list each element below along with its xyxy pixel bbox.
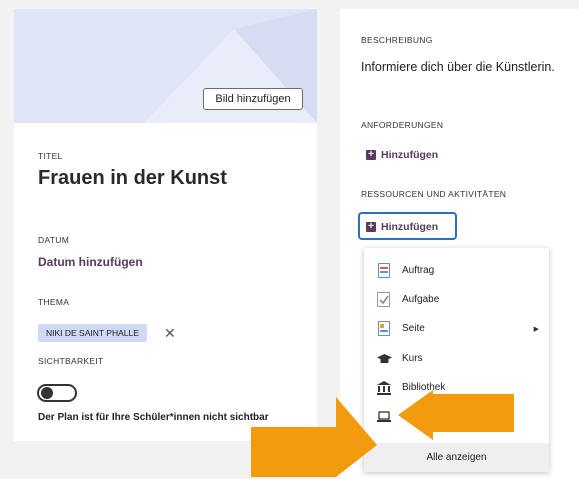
plus-icon: +	[366, 222, 376, 232]
add-date-link[interactable]: Datum hinzufügen	[38, 255, 143, 269]
laptop-icon	[376, 409, 392, 425]
page-title[interactable]: Frauen in der Kunst	[38, 167, 227, 190]
remove-topic-icon[interactable]: ✕	[164, 325, 176, 341]
submenu-arrow-icon: ▶	[533, 325, 539, 333]
topic-label: THEMA	[38, 297, 70, 307]
menu-item-auftrag[interactable]: Auftrag	[364, 256, 549, 285]
resources-add-button[interactable]: + Hinzufügen	[366, 221, 438, 233]
page-icon	[376, 321, 392, 337]
menu-item-seite[interactable]: Seite ▶	[364, 314, 549, 343]
menu-item-partial[interactable]: I	[364, 402, 549, 431]
show-all-button[interactable]: Alle anzeigen	[364, 443, 549, 472]
cover-image-area: Bild hinzufügen	[14, 9, 317, 123]
visibility-toggle[interactable]	[37, 384, 77, 402]
visibility-note: Der Plan ist für Ihre Schüler*innen nich…	[38, 412, 269, 423]
plan-content-card: BESCHREIBUNG Informiere dich über die Kü…	[340, 9, 579, 479]
menu-item-kurs[interactable]: Kurs	[364, 344, 549, 373]
description-text[interactable]: Informiere dich über die Künstlerin.	[361, 60, 555, 74]
menu-item-label: Aufgabe	[402, 294, 440, 305]
graduation-cap-icon	[376, 351, 392, 367]
description-label: BESCHREIBUNG	[361, 35, 433, 45]
menu-item-label: Bibliothek	[402, 382, 446, 393]
requirements-add-button[interactable]: + Hinzufügen	[366, 149, 438, 161]
library-icon	[376, 380, 392, 396]
resources-label: RESSOURCEN UND AKTIVITÄTEN	[361, 189, 507, 199]
menu-item-label: Kurs	[402, 353, 423, 364]
title-label: TITEL	[38, 151, 63, 161]
menu-item-aufgabe[interactable]: Aufgabe	[364, 285, 549, 314]
plus-icon: +	[366, 150, 376, 160]
add-image-button[interactable]: Bild hinzufügen	[203, 88, 303, 110]
show-all-label: Alle anzeigen	[426, 452, 487, 463]
task-check-icon	[376, 292, 392, 308]
plan-details-card: Bild hinzufügen TITEL Frauen in der Kuns…	[14, 9, 317, 441]
visibility-label: SICHTBARKEIT	[38, 356, 104, 366]
assignment-icon	[376, 263, 392, 279]
add-resource-menu: Auftrag Aufgabe Seite ▶ Kurs Bibliothek …	[364, 248, 549, 472]
requirements-label: ANFORDERUNGEN	[361, 120, 444, 130]
menu-item-label: I	[402, 411, 405, 422]
topic-chip: NIKI DE SAINT PHALLE	[38, 324, 147, 342]
toggle-knob	[41, 387, 53, 399]
date-label: DATUM	[38, 235, 70, 245]
menu-item-label: Auftrag	[402, 265, 435, 276]
menu-item-bibliothek[interactable]: Bibliothek	[364, 373, 549, 402]
menu-item-label: Seite	[402, 323, 425, 334]
requirements-add-label: Hinzufügen	[381, 149, 439, 161]
resources-add-label: Hinzufügen	[381, 221, 439, 233]
